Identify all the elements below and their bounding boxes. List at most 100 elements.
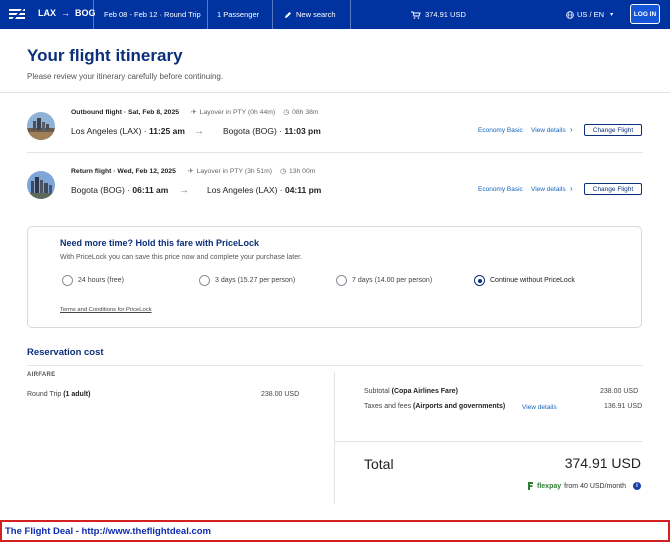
globe-icon	[566, 10, 574, 19]
option-label: Continue without PriceLock	[490, 277, 575, 284]
flight-header: Outbound flight · Sat, Feb 8, 2025 ✈ Lay…	[71, 108, 319, 117]
login-button[interactable]: LOG IN	[630, 4, 660, 24]
cart-total-button[interactable]: 374.91 USD	[411, 10, 466, 19]
watermark-text[interactable]: The Flight Deal - http://www.theflightde…	[5, 526, 211, 537]
fare-type-link[interactable]: Economy Basic	[478, 127, 523, 134]
pricelock-subtitle: With PriceLock you can save this price n…	[60, 254, 303, 261]
header-divider	[93, 0, 94, 29]
radio-button[interactable]	[199, 275, 210, 286]
pricelock-title: Need more time? Hold this fare with Pric…	[60, 238, 260, 248]
round-trip-text: Round Trip	[27, 391, 62, 398]
flight-label: Return flight · Wed, Feb 12, 2025	[71, 167, 176, 175]
option-label: 3 days (15.27 per person)	[215, 277, 296, 284]
radio-button[interactable]	[336, 275, 347, 286]
airline-logo-icon[interactable]	[9, 8, 25, 21]
clock-icon: ◷	[280, 168, 286, 175]
subtotal-note: (Copa Airlines Fare)	[391, 388, 458, 395]
trip-dates[interactable]: Feb 08 - Feb 12 · Round Trip	[104, 10, 201, 19]
flexpay-logo-icon	[528, 482, 534, 490]
pricelock-option-3d[interactable]: 3 days (15.27 per person)	[199, 275, 295, 286]
departure-city: Bogota (BOG) ·	[71, 185, 133, 195]
layover-info: ✈ Layover in PTY (3h 51m)	[188, 167, 273, 176]
change-flight-button[interactable]: Change Flight	[584, 183, 642, 195]
locale-label: US / EN	[577, 10, 605, 19]
chevron-right-icon[interactable]: ›	[570, 125, 573, 134]
flexpay-info[interactable]: flexpay from 40 USD/month i	[527, 482, 641, 490]
pricelock-terms-link[interactable]: Terms and Conditions for PriceLock	[60, 307, 152, 313]
arrival-time: 11:03 pm	[284, 126, 321, 136]
radio-button-selected[interactable]	[474, 275, 485, 286]
view-details-link[interactable]: View details	[531, 127, 566, 134]
flexpay-brand: flexpay	[537, 482, 562, 490]
chevron-right-icon[interactable]: ›	[570, 184, 573, 193]
column-divider	[334, 372, 335, 504]
round-trip-price: 238.00 USD	[261, 391, 300, 398]
new-search-label: New search	[296, 10, 336, 19]
page-subtitle: Please review your itinerary carefully b…	[27, 72, 224, 81]
section-divider	[0, 92, 670, 93]
section-divider	[27, 365, 643, 366]
flight-header: Return flight · Wed, Feb 12, 2025 ✈ Layo…	[71, 167, 316, 176]
reservation-cost-title: Reservation cost	[27, 347, 104, 358]
outbound-flight-card: Outbound flight · Sat, Feb 8, 2025 ✈ Lay…	[27, 108, 643, 148]
flight-label: Outbound flight · Sat, Feb 8, 2025	[71, 108, 180, 116]
fare-type-link[interactable]: Economy Basic	[478, 186, 523, 193]
watermark-banner: The Flight Deal - http://www.theflightde…	[0, 520, 670, 542]
taxes-note: (Airports and governments)	[413, 403, 506, 410]
departure-time: 11:25 am	[148, 126, 185, 136]
total-divider	[334, 441, 643, 442]
change-flight-button[interactable]: Change Flight	[584, 124, 642, 136]
pricelock-panel: Need more time? Hold this fare with Pric…	[27, 226, 642, 328]
taxes-price: 136.91 USD	[604, 403, 643, 410]
bogota-city-thumbnail	[27, 171, 55, 199]
duration-info: ◷ 13h 00m	[280, 167, 316, 176]
header-divider	[272, 0, 273, 29]
departure-info: Bogota (BOG) · 06:11 am	[71, 185, 168, 195]
taxes-view-details-link[interactable]: View details	[522, 404, 557, 411]
duration-info: ◷ 08h 38m	[283, 108, 319, 117]
origin-code: LAX	[38, 8, 56, 18]
pricelock-option-24h[interactable]: 24 hours (free)	[62, 275, 124, 286]
taxes-label: Taxes and fees (Airports and governments…	[364, 403, 505, 410]
arrival-city: Bogota (BOG) ·	[223, 126, 285, 136]
duration-text: 08h 38m	[292, 108, 319, 116]
duration-text: 13h 00m	[288, 167, 316, 175]
arrow-right-icon: →	[194, 126, 204, 137]
layover-text: Layover in PTY (3h 51m)	[196, 167, 273, 175]
arrival-time: 04:11 pm	[284, 185, 322, 195]
route-summary[interactable]: LAX → BOG	[38, 8, 96, 18]
passenger-qty: (1 adult)	[63, 391, 91, 398]
info-icon[interactable]: i	[633, 482, 641, 490]
passenger-count[interactable]: 1 Passenger	[217, 10, 259, 19]
taxes-text: Taxes and fees	[364, 403, 412, 410]
top-navigation-bar: LAX → BOG Feb 08 - Feb 12 · Round Trip 1…	[0, 0, 670, 29]
arrival-info: Bogota (BOG) · 11:03 pm	[223, 126, 321, 136]
subtotal-price: 238.00 USD	[600, 388, 639, 395]
view-details-link[interactable]: View details	[531, 186, 566, 193]
flexpay-text: from 40 USD/month	[564, 482, 626, 490]
arrival-city: Los Angeles (LAX) ·	[207, 185, 285, 195]
round-trip-label: Round Trip (1 adult)	[27, 391, 90, 398]
clock-icon: ◷	[283, 109, 290, 116]
total-label: Total	[364, 456, 394, 472]
option-label: 24 hours (free)	[78, 277, 124, 284]
chevron-down-icon: ▾	[610, 12, 614, 18]
new-search-button[interactable]: New search	[284, 10, 336, 19]
plane-icon: ✈	[191, 109, 197, 116]
pricelock-option-7d[interactable]: 7 days (14.00 per person)	[336, 275, 432, 286]
arrival-info: Los Angeles (LAX) · 04:11 pm	[207, 185, 321, 195]
layover-text: Layover in PTY (0h 44m)	[199, 108, 276, 116]
return-flight-card: Return flight · Wed, Feb 12, 2025 ✈ Layo…	[27, 167, 643, 207]
header-divider	[350, 0, 351, 29]
cart-icon	[411, 11, 421, 19]
locale-selector[interactable]: US / EN ▾	[566, 10, 613, 19]
departure-city: Los Angeles (LAX) ·	[71, 126, 149, 136]
airfare-heading: AIRFARE	[27, 372, 56, 378]
header-divider	[207, 0, 208, 29]
layover-info: ✈ Layover in PTY (0h 44m)	[191, 108, 276, 117]
subtotal-label: Subtotal (Copa Airlines Fare)	[364, 388, 458, 395]
arrow-right-icon: →	[61, 8, 70, 18]
pricelock-option-none[interactable]: Continue without PriceLock	[474, 275, 575, 286]
los-angeles-city-thumbnail	[27, 112, 55, 140]
radio-button[interactable]	[62, 275, 73, 286]
